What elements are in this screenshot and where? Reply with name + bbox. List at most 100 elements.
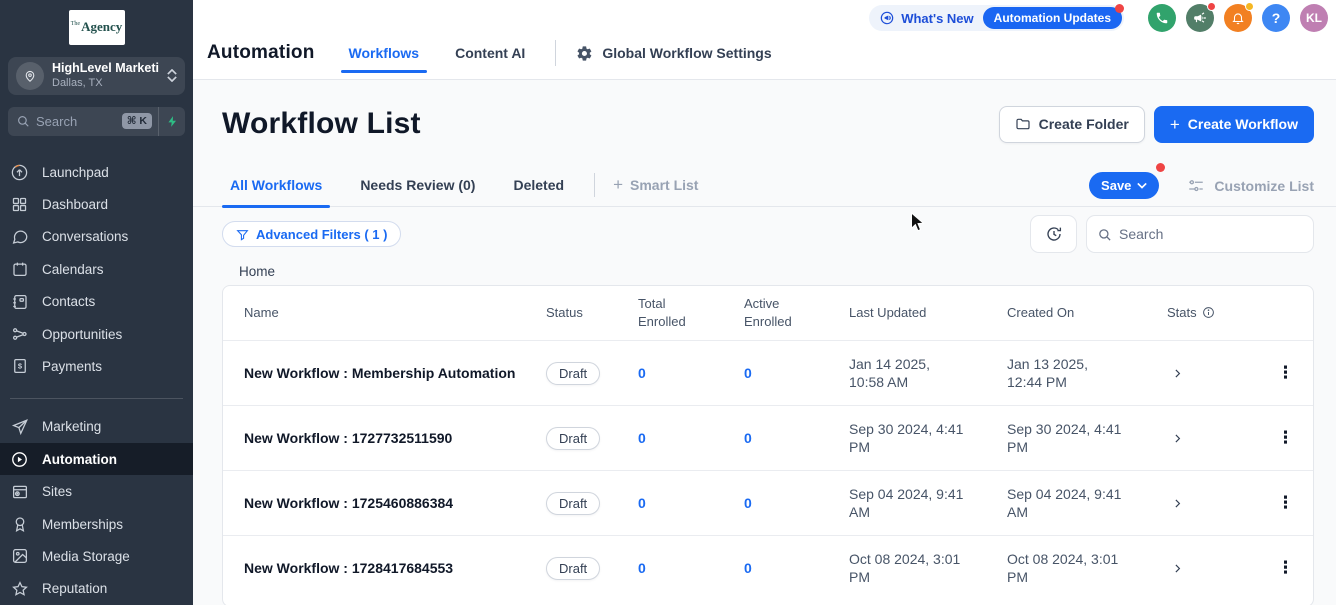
page-title: Workflow List — [222, 107, 421, 141]
customize-list-label: Customize List — [1214, 178, 1314, 194]
advanced-filters-button[interactable]: Advanced Filters ( 1 ) — [222, 221, 401, 247]
total-enrolled-link[interactable]: 0 — [638, 365, 646, 381]
table-row: New Workflow : Membership Automation Dra… — [223, 340, 1313, 405]
notification-dot — [1156, 163, 1165, 172]
header-quick-actions: ? KL — [1148, 4, 1328, 32]
expand-row-chevron[interactable] — [1167, 363, 1188, 384]
sidebar-item-payments[interactable]: $ Payments — [0, 350, 193, 382]
active-enrolled-link[interactable]: 0 — [744, 560, 752, 576]
row-menu-kebab[interactable]: ⋮ — [1271, 558, 1300, 578]
search-icon — [1097, 227, 1112, 242]
notification-dot — [1245, 2, 1254, 11]
table-body: New Workflow : Membership Automation Dra… — [223, 340, 1313, 600]
created-on-value: Sep 30 2024, 4:41 PM — [1007, 420, 1125, 456]
sidebar-item-label: Memberships — [42, 517, 123, 532]
notifications-button[interactable] — [1224, 4, 1252, 32]
account-switcher[interactable]: HighLevel Marketing… Dallas, TX — [8, 57, 185, 95]
sidebar-item-conversations[interactable]: Conversations — [0, 221, 193, 253]
sidebar-search[interactable]: ⌘ K — [8, 107, 185, 136]
ai-spark-icon[interactable] — [158, 107, 185, 136]
sidebar-item-dashboard[interactable]: Dashboard — [0, 188, 193, 220]
table-row: New Workflow : 1727732511590 Draft 0 0 S… — [223, 405, 1313, 470]
expand-row-chevron[interactable] — [1167, 493, 1188, 514]
agency-logo[interactable]: TheAgency — [69, 10, 125, 45]
sidebar-item-launchpad[interactable]: Launchpad — [0, 156, 193, 188]
sidebar-item-contacts[interactable]: Contacts — [0, 285, 193, 317]
menu-divider — [10, 398, 183, 399]
advanced-filters-label: Advanced Filters ( 1 ) — [256, 227, 387, 242]
customize-list-button[interactable]: Customize List — [1187, 177, 1314, 195]
sidebar: TheAgency HighLevel Marketing… Dallas, T… — [0, 0, 193, 605]
table-search[interactable] — [1086, 215, 1314, 253]
sidebar-item-label: Automation — [42, 452, 117, 467]
breadcrumb[interactable]: Home — [239, 264, 275, 279]
sidebar-item-sites[interactable]: Sites — [0, 475, 193, 507]
tab-needs-review[interactable]: Needs Review (0) — [352, 164, 483, 207]
create-folder-label: Create Folder — [1039, 116, 1129, 132]
workflow-name[interactable]: New Workflow : 1728417684553 — [223, 560, 546, 576]
tab-content-ai[interactable]: Content AI — [449, 45, 531, 61]
create-workflow-label: Create Workflow — [1188, 116, 1298, 132]
tab-deleted[interactable]: Deleted — [505, 164, 572, 207]
medal-icon — [10, 515, 29, 534]
created-on-value: Jan 13 2025, 12:44 PM — [1007, 355, 1125, 391]
smart-list-button[interactable]: + Smart List — [613, 175, 698, 195]
smart-list-label: Smart List — [630, 177, 698, 193]
row-menu-kebab[interactable]: ⋮ — [1271, 493, 1300, 513]
history-button[interactable] — [1030, 215, 1077, 253]
plus-icon: + — [613, 175, 623, 195]
sidebar-menu: Launchpad Dashboard Conversations Calend… — [0, 156, 193, 605]
whats-new-button[interactable]: What's New Automation Updates — [869, 5, 1124, 31]
total-enrolled-link[interactable]: 0 — [638, 495, 646, 511]
address-book-icon — [10, 292, 29, 311]
search-icon — [16, 114, 30, 128]
global-workflow-settings-button[interactable]: Global Workflow Settings — [576, 45, 771, 62]
status-badge: Draft — [546, 362, 600, 385]
gear-icon — [576, 45, 593, 62]
phone-button[interactable] — [1148, 4, 1176, 32]
announcements-button[interactable] — [1186, 4, 1214, 32]
save-button[interactable]: Save — [1089, 172, 1159, 199]
workflow-name[interactable]: New Workflow : Membership Automation — [223, 365, 546, 381]
tab-all-workflows[interactable]: All Workflows — [222, 164, 330, 207]
sidebar-item-label: Media Storage — [42, 549, 130, 564]
account-location: Dallas, TX — [52, 77, 159, 91]
sidebar-item-label: Dashboard — [42, 197, 108, 212]
sidebar-item-automation[interactable]: Automation — [0, 443, 193, 475]
create-folder-button[interactable]: Create Folder — [999, 106, 1145, 143]
total-enrolled-link[interactable]: 0 — [638, 430, 646, 446]
workflow-name[interactable]: New Workflow : 1725460886384 — [223, 495, 546, 511]
save-label: Save — [1101, 178, 1131, 193]
create-workflow-button[interactable]: + Create Workflow — [1154, 106, 1314, 143]
sidebar-item-reputation[interactable]: Reputation — [0, 573, 193, 605]
active-enrolled-link[interactable]: 0 — [744, 365, 752, 381]
sidebar-item-marketing[interactable]: Marketing — [0, 411, 193, 443]
sidebar-search-input[interactable] — [30, 114, 122, 129]
help-button[interactable]: ? — [1262, 4, 1290, 32]
active-enrolled-link[interactable]: 0 — [744, 430, 752, 446]
last-updated-value: Oct 08 2024, 3:01 PM — [849, 550, 967, 586]
table-row: New Workflow : 1728417684553 Draft 0 0 O… — [223, 535, 1313, 600]
tab-workflows[interactable]: Workflows — [343, 45, 426, 61]
active-enrolled-link[interactable]: 0 — [744, 495, 752, 511]
column-header-last-updated: Last Updated — [849, 304, 1007, 322]
sidebar-item-calendars[interactable]: Calendars — [0, 253, 193, 285]
sidebar-item-media-storage[interactable]: Media Storage — [0, 540, 193, 572]
vertical-divider — [594, 173, 595, 197]
total-enrolled-link[interactable]: 0 — [638, 560, 646, 576]
column-header-status: Status — [546, 304, 638, 322]
info-icon[interactable] — [1202, 306, 1215, 319]
last-updated-value: Sep 30 2024, 4:41 PM — [849, 420, 967, 456]
row-menu-kebab[interactable]: ⋮ — [1271, 428, 1300, 448]
sidebar-item-opportunities[interactable]: Opportunities — [0, 318, 193, 350]
chevron-down-icon — [1137, 182, 1147, 189]
sidebar-item-memberships[interactable]: Memberships — [0, 508, 193, 540]
expand-row-chevron[interactable] — [1167, 558, 1188, 579]
expand-row-chevron[interactable] — [1167, 428, 1188, 449]
workflow-name[interactable]: New Workflow : 1727732511590 — [223, 430, 546, 446]
shortcut-badge: ⌘ K — [122, 113, 152, 129]
row-menu-kebab[interactable]: ⋮ — [1271, 363, 1300, 383]
automation-updates-badge[interactable]: Automation Updates — [983, 7, 1122, 29]
table-search-input[interactable] — [1119, 226, 1303, 242]
user-avatar[interactable]: KL — [1300, 4, 1328, 32]
